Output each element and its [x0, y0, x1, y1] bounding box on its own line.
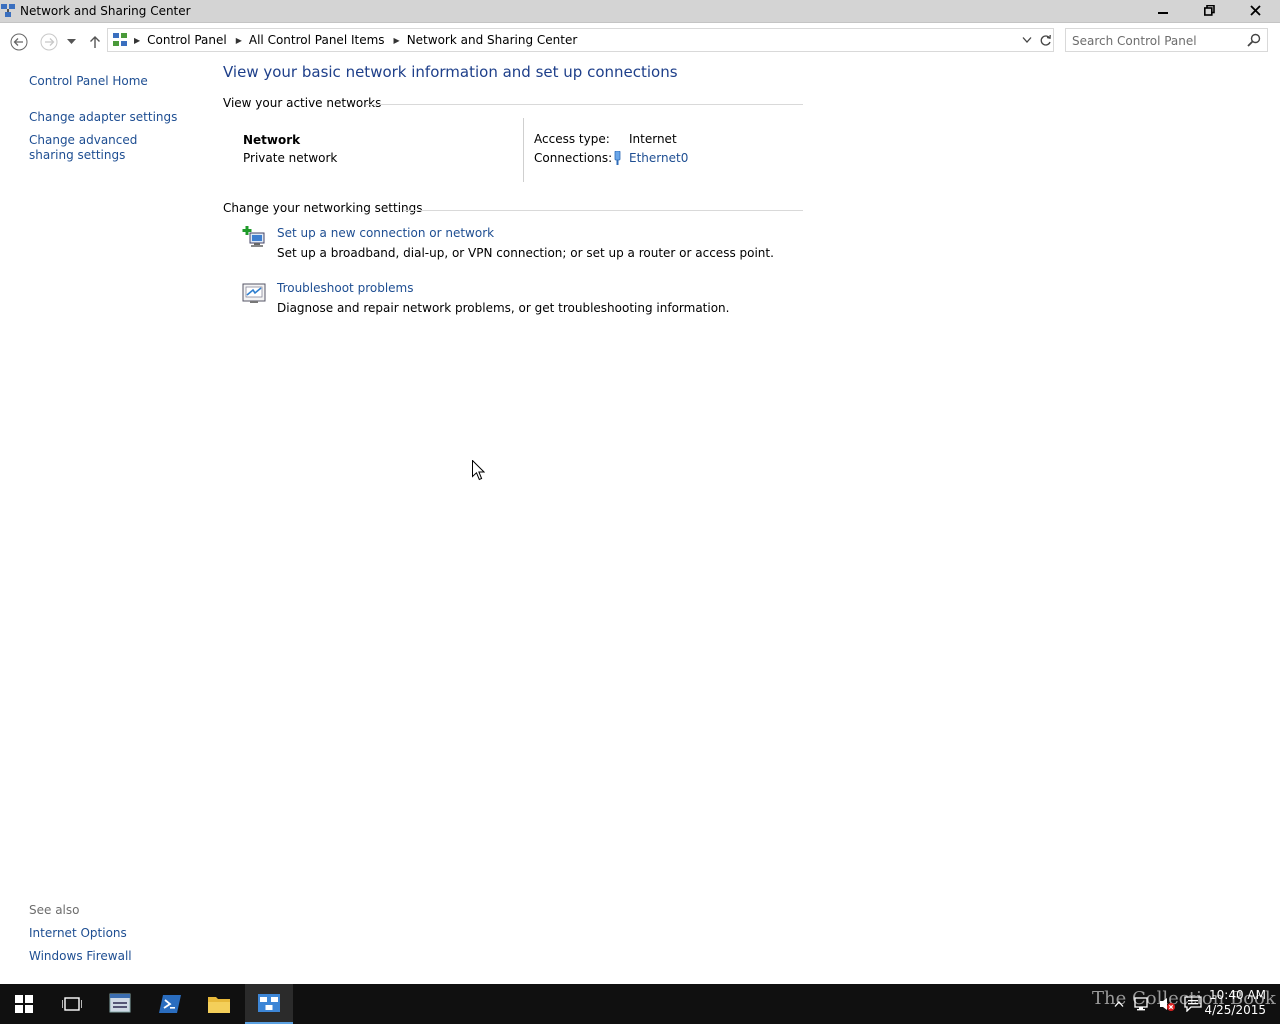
section-divider — [366, 104, 803, 105]
taskbar: The Collection Book 10:40 AM 4/25/2015 — [0, 984, 1280, 1024]
setup-new-connection-description: Set up a broadband, dial-up, or VPN conn… — [277, 246, 774, 260]
title-bar: Network and Sharing Center — [0, 0, 1280, 23]
window-title: Network and Sharing Center — [20, 4, 191, 18]
ethernet0-link[interactable]: Ethernet0 — [629, 151, 688, 165]
server-manager-icon[interactable] — [97, 984, 145, 1024]
start-button[interactable] — [0, 984, 48, 1024]
page-title: View your basic network information and … — [223, 63, 678, 81]
ethernet-icon — [612, 150, 623, 168]
breadcrumb-all-items[interactable]: All Control Panel Items — [249, 33, 385, 47]
windows-firewall-link[interactable]: Windows Firewall — [29, 949, 132, 963]
change-settings-section-title: Change your networking settings — [223, 201, 423, 215]
clock-date: 4/25/2015 — [1204, 1003, 1266, 1017]
close-button[interactable] — [1232, 0, 1278, 21]
troubleshoot-icon — [242, 281, 266, 305]
refresh-icon[interactable] — [1037, 32, 1053, 48]
search-input[interactable] — [1070, 31, 1244, 51]
active-networks-section-title: View your active networks — [223, 96, 382, 110]
network-center-icon — [1, 4, 15, 18]
address-dropdown-button[interactable] — [1019, 32, 1035, 48]
access-type-label: Access type: — [534, 132, 610, 146]
search-box[interactable] — [1065, 28, 1268, 52]
control-panel-home-link[interactable]: Control Panel Home — [29, 74, 148, 88]
breadcrumb-separator-icon[interactable]: ▶ — [236, 36, 242, 45]
breadcrumb: ▶ Control Panel ▶ All Control Panel Item… — [134, 33, 586, 47]
connections-label: Connections: — [534, 151, 613, 165]
address-row: ▶ Control Panel ▶ All Control Panel Item… — [0, 23, 1280, 59]
network-type[interactable]: Private network — [243, 151, 337, 165]
new-connection-icon — [242, 225, 266, 249]
minimize-button[interactable] — [1140, 0, 1186, 21]
powershell-icon[interactable] — [146, 984, 194, 1024]
network-name: Network — [243, 133, 301, 147]
task-view-button[interactable] — [48, 984, 96, 1024]
breadcrumb-control-panel[interactable]: Control Panel — [147, 33, 227, 47]
breadcrumb-separator-icon[interactable]: ▶ — [134, 36, 140, 45]
file-explorer-icon[interactable] — [195, 984, 243, 1024]
restore-button[interactable] — [1186, 0, 1232, 21]
see-also-label: See also — [29, 903, 80, 917]
troubleshoot-problems-description: Diagnose and repair network problems, or… — [277, 301, 730, 315]
volume-muted-tray-icon[interactable] — [1159, 996, 1177, 1012]
vertical-divider — [523, 118, 524, 182]
troubleshoot-problems-link[interactable]: Troubleshoot problems — [277, 281, 413, 295]
access-type-value: Internet — [629, 132, 677, 146]
section-divider — [403, 210, 803, 211]
show-hidden-icons-chevron-icon[interactable] — [1110, 996, 1128, 1012]
back-button[interactable] — [9, 32, 29, 52]
action-center-icon[interactable] — [1184, 996, 1202, 1012]
search-icon[interactable] — [1247, 33, 1261, 47]
breadcrumb-network-center[interactable]: Network and Sharing Center — [407, 33, 578, 47]
change-adapter-settings-link[interactable]: Change adapter settings — [29, 110, 177, 124]
forward-button[interactable] — [39, 32, 59, 52]
internet-options-link[interactable]: Internet Options — [29, 926, 127, 940]
mouse-cursor-icon — [472, 459, 486, 484]
address-bar[interactable]: ▶ Control Panel ▶ All Control Panel Item… — [107, 28, 1054, 52]
taskbar-clock[interactable]: 10:40 AM 4/25/2015 — [1204, 988, 1266, 1018]
recent-locations-dropdown[interactable] — [63, 32, 79, 52]
network-center-taskbar-button[interactable] — [245, 984, 293, 1024]
control-panel-icon — [113, 33, 128, 48]
breadcrumb-separator-icon[interactable]: ▶ — [394, 36, 400, 45]
change-advanced-sharing-link[interactable]: Change advanced sharing settings — [29, 133, 179, 163]
clock-time: 10:40 AM — [1209, 988, 1266, 1002]
setup-new-connection-link[interactable]: Set up a new connection or network — [277, 226, 494, 240]
network-tray-icon[interactable] — [1134, 996, 1152, 1012]
up-button[interactable] — [85, 32, 105, 52]
